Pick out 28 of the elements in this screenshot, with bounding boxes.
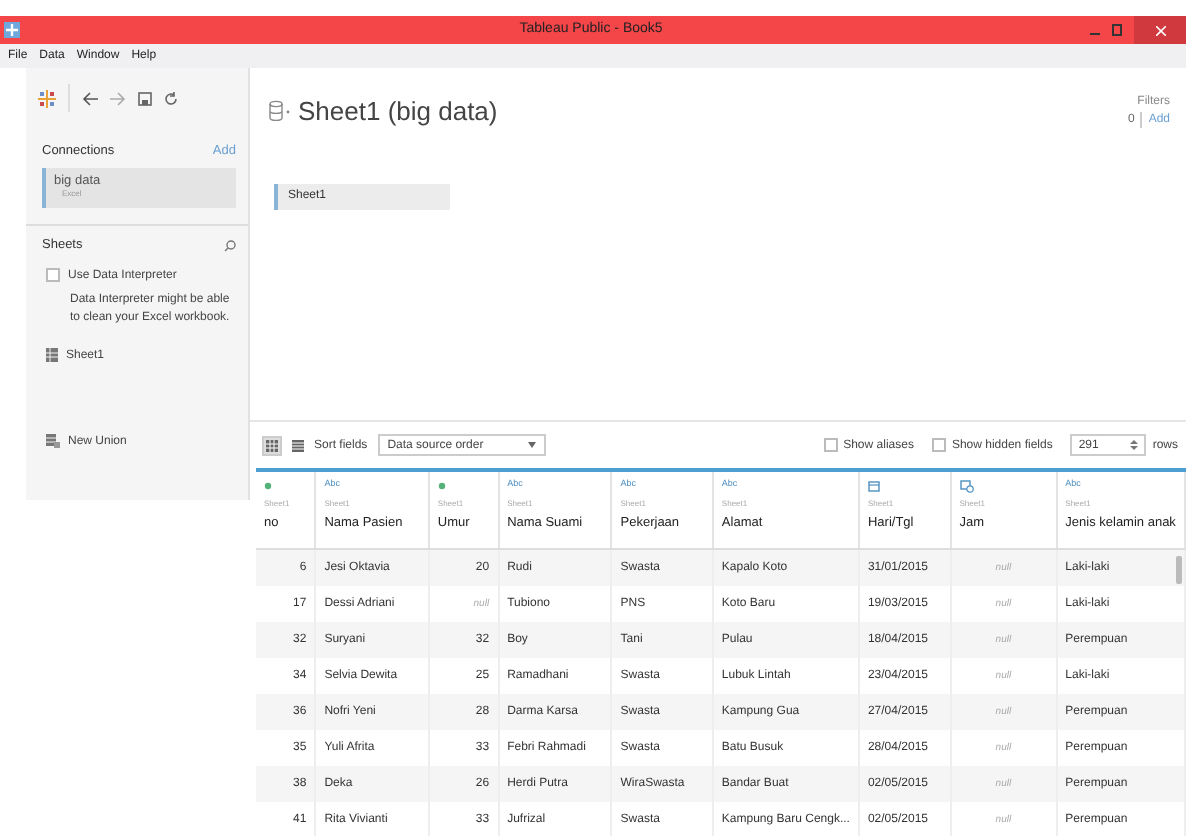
spinner-icon [1130,440,1139,450]
data-source-title: Sheet1 (big data) [298,95,498,125]
sheet-table-icon [46,348,58,362]
checkbox[interactable] [931,438,946,452]
forward-arrow-icon[interactable] [110,91,126,105]
save-icon[interactable] [138,91,152,105]
grid-view-button[interactable] [262,435,282,455]
checkbox[interactable] [823,438,838,452]
back-arrow-icon[interactable] [82,91,98,105]
number-type-icon [437,478,446,494]
close-button[interactable] [1134,16,1186,44]
search-icon[interactable] [224,239,236,251]
union-icon [46,434,60,448]
close-icon [1155,25,1166,35]
scrollbar-thumb[interactable] [1176,556,1182,584]
database-icon [268,99,290,121]
grid-icon [266,439,278,451]
app-logo-icon [4,22,20,38]
calendar-clock-icon [959,478,974,494]
list-view-button[interactable] [288,435,308,455]
refresh-icon[interactable] [164,91,178,105]
caret-icon [527,442,536,448]
calendar-icon [867,478,880,494]
list-icon [292,439,304,451]
checkbox[interactable] [46,268,60,282]
number-type-icon [264,478,272,494]
logo-icon[interactable] [38,89,56,107]
maximize-icon[interactable] [1112,24,1123,36]
